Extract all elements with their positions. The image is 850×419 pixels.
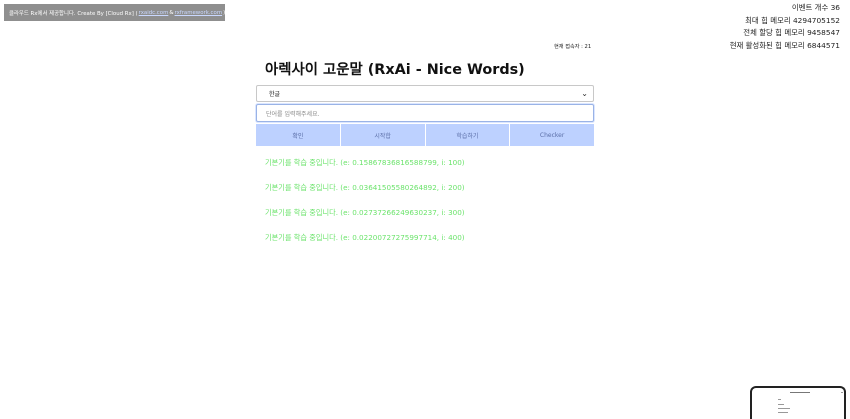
checker-button[interactable]: Checker [510, 124, 594, 146]
chevron-down-icon: ⌄ [581, 89, 588, 98]
preview-line [778, 412, 788, 413]
max-heap: 최대 힙 메모리 4294705152 [745, 15, 840, 25]
page-title: 아렉사이 고운말 (RxAi - Nice Words) [265, 62, 525, 78]
total-heap: 전체 할당 힙 메모리 9458547 [743, 28, 840, 38]
log-line: 기본기를 학습 중입니다. (e: 0.036415055802648​92, … [265, 183, 465, 192]
banner-text: 클라우드 Rx에서 제공합니다. Create By [Cloud Rx] ( [9, 10, 138, 17]
preview-line [778, 399, 781, 400]
memory-stats: 이벤트 개수 36 최대 힙 메모리 4294705152 전체 할당 힙 메모… [730, 2, 840, 53]
confirm-button[interactable]: 확인 [256, 124, 340, 146]
log-line: 기본기를 학습 중입니다. (e: 0.022007272759977​14, … [265, 233, 465, 242]
banner-sep: & [169, 9, 174, 16]
language-select-value: 한글 [269, 91, 281, 98]
action-buttons: 확인 시작합 학습하기 Checker [256, 124, 594, 146]
word-input-placeholder: 단어를 입력해주세요. [266, 110, 320, 118]
event-count: 이벤트 개수 36 [791, 3, 840, 12]
language-select[interactable]: 한글 ⌄ [256, 85, 594, 102]
info-banner: 클라우드 Rx에서 제공합니다. Create By [Cloud Rx] ( … [4, 4, 225, 21]
preview-line [778, 404, 784, 405]
banner-close: ) [223, 9, 225, 16]
banner-link-2[interactable]: rxframework.com [175, 10, 223, 16]
word-input[interactable]: 단어를 입력해주세요. [256, 104, 594, 122]
thumbnail-preview[interactable] [750, 386, 846, 419]
preview-line [778, 408, 790, 409]
preview-title-line [790, 392, 810, 393]
learn-button[interactable]: 학습하기 [425, 124, 510, 146]
preview-dot [841, 392, 843, 393]
training-log: 기본기를 학습 중입니다. (e: 0.1586783681658879​9, … [265, 158, 465, 258]
active-heap: 현재 활성화된 힙 메모리 6844571 [729, 41, 840, 51]
log-line: 기본기를 학습 중입니다. (e: 0.027372662496302​37, … [265, 208, 465, 217]
visitor-count: 현재 접속자 : 21 [554, 44, 592, 50]
log-line: 기본기를 학습 중입니다. (e: 0.1586783681658879​9, … [265, 158, 465, 167]
banner-link-1[interactable]: rxaidc.com [139, 10, 169, 16]
proceed-button[interactable]: 시작합 [340, 124, 425, 146]
